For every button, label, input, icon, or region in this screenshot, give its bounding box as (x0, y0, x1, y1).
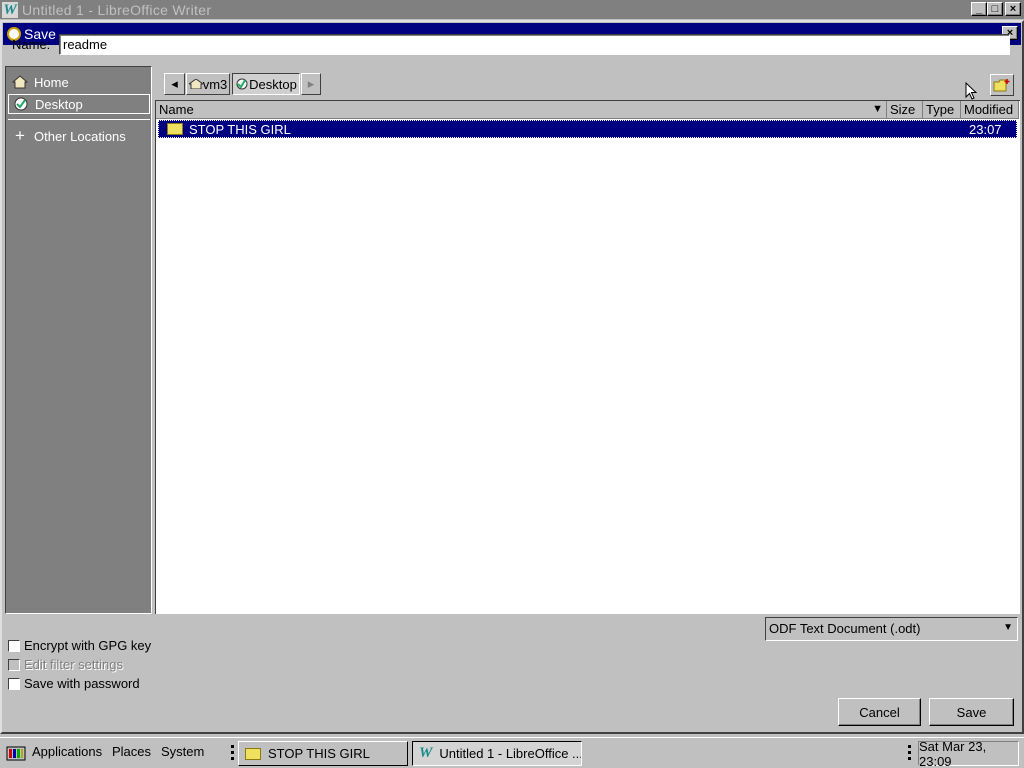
new-folder-icon (993, 79, 1010, 92)
path-segment-label: Desktop (249, 76, 297, 92)
column-header-size[interactable]: Size (887, 101, 923, 119)
folder-icon (167, 123, 183, 135)
path-segment-vm3[interactable]: vm3 (186, 73, 230, 95)
edit-filter-label: Edit filter settings (24, 657, 123, 672)
desktop-icon (236, 78, 248, 90)
system-menu[interactable]: System (161, 744, 204, 759)
password-label: Save with password (24, 676, 140, 691)
sidebar-item-label: Home (34, 74, 69, 90)
path-segment-label: vm3 (202, 76, 228, 92)
window-title: Untitled 1 - LibreOffice Writer (22, 1, 212, 18)
task-label: STOP THIS GIRL (268, 746, 370, 761)
places-menu[interactable]: Places (112, 744, 151, 759)
table-row[interactable]: STOP THIS GIRL 23:07 (158, 120, 1017, 138)
chevron-down-icon: ▼ (1003, 622, 1013, 633)
sidebar-divider (8, 119, 150, 120)
column-header-modified[interactable]: Modified (961, 101, 1019, 119)
encrypt-label: Encrypt with GPG key (24, 638, 152, 653)
home-icon (188, 79, 203, 89)
save-button[interactable]: Save (929, 698, 1014, 726)
file-modified: 23:07 (969, 122, 1002, 137)
column-header-type[interactable]: Type (923, 101, 961, 119)
column-header-label: Name (159, 102, 194, 117)
taskbar: Applications Places System STOP THIS GIR… (0, 737, 1024, 768)
home-icon (11, 75, 29, 89)
taskbar-grip[interactable] (908, 745, 911, 762)
plus-icon: + (15, 126, 25, 145)
file-list[interactable]: Name ▼ Size Type Modified STOP THIS GIRL… (155, 100, 1020, 614)
mouse-cursor-icon (965, 82, 978, 100)
path-bar: ◂ vm3 Desktop ▸ (158, 66, 1020, 100)
column-headers: Name ▼ Size Type Modified (156, 101, 1019, 119)
taskbar-grip[interactable] (231, 745, 234, 762)
folder-icon (245, 747, 261, 760)
name-label: Name: (12, 37, 51, 52)
task-button-writer[interactable]: W Untitled 1 - LibreOffice ... (412, 741, 582, 766)
filename-input[interactable] (59, 34, 1010, 55)
maximize-button[interactable]: □ (987, 2, 1003, 16)
file-type-value: ODF Text Document (.odt) (769, 621, 921, 636)
minimize-button[interactable]: _ (971, 2, 987, 16)
desktop-icon (13, 97, 29, 111)
path-segment-desktop[interactable]: Desktop (232, 73, 300, 95)
password-checkbox[interactable] (8, 678, 20, 690)
applications-menu-icon (5, 745, 27, 765)
path-forward-button[interactable]: ▸ (301, 73, 321, 95)
task-button-folder[interactable]: STOP THIS GIRL (238, 741, 408, 766)
new-folder-button[interactable] (990, 74, 1014, 96)
column-header-name[interactable]: Name ▼ (156, 101, 887, 119)
writer-icon: W (419, 745, 433, 761)
applications-menu[interactable]: Applications (32, 744, 102, 759)
window-titlebar[interactable]: W Untitled 1 - LibreOffice Writer _ □ × (0, 0, 1024, 19)
file-name: STOP THIS GIRL (189, 122, 291, 137)
clock[interactable]: Sat Mar 23, 23:09 (918, 739, 1019, 768)
sort-down-icon: ▼ (872, 103, 883, 115)
sidebar-item-label: Other Locations (34, 128, 126, 144)
window-close-button[interactable]: × (1005, 2, 1021, 16)
sidebar-item-home[interactable]: Home (8, 72, 150, 92)
writer-app-icon: W (2, 1, 18, 18)
sidebar-item-other-locations[interactable]: + Other Locations (8, 126, 150, 146)
encrypt-checkbox[interactable] (8, 640, 20, 652)
edit-filter-checkbox (8, 659, 20, 671)
file-type-select[interactable]: ODF Text Document (.odt) ▼ (765, 617, 1018, 641)
sidebar-item-desktop[interactable]: Desktop (8, 94, 150, 114)
cancel-button[interactable]: Cancel (838, 698, 921, 726)
task-label: Untitled 1 - LibreOffice ... (439, 746, 581, 761)
sidebar-item-label: Desktop (35, 96, 83, 112)
path-back-button[interactable]: ◂ (164, 73, 185, 95)
places-sidebar: Home Desktop + Other Locations (5, 66, 152, 614)
